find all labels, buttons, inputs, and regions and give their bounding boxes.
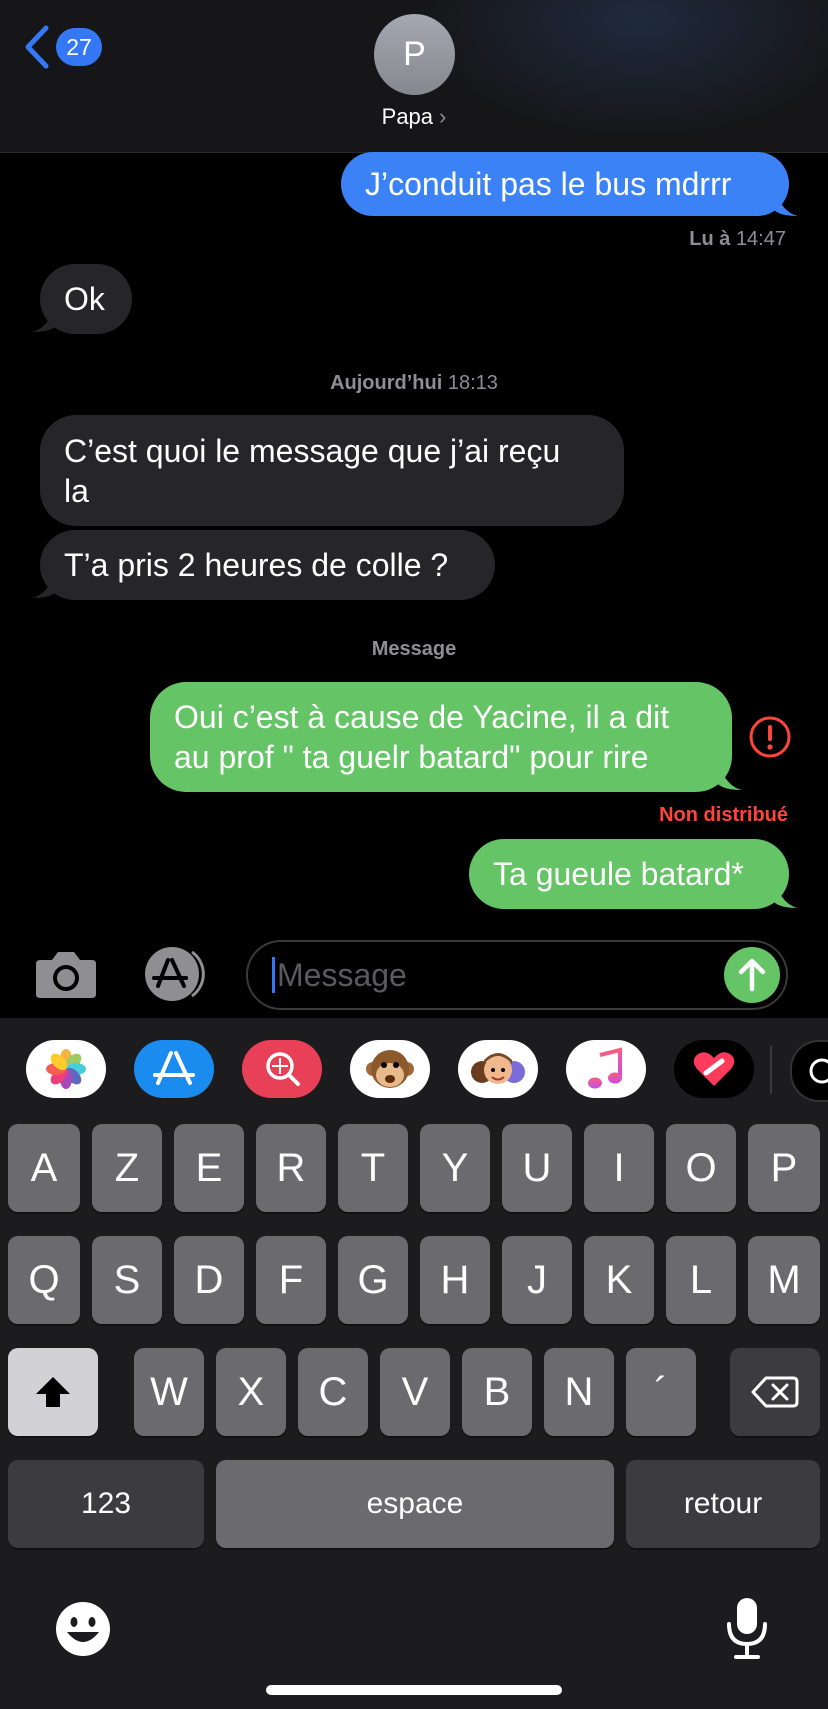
numbers-key[interactable]: 123 — [8, 1460, 204, 1548]
key-o[interactable]: O — [666, 1124, 736, 1212]
message-text-line1: Oui c’est à cause de Yacine, il a dit — [174, 699, 670, 735]
chevron-left-icon — [25, 25, 49, 69]
message-bubble-incoming[interactable]: T’a pris 2 heures de colle ? — [40, 530, 495, 600]
app-strip-divider — [770, 1046, 772, 1094]
key-l[interactable]: L — [666, 1236, 736, 1324]
monkey-memoji-icon — [366, 1050, 414, 1088]
space-key[interactable]: espace — [216, 1460, 614, 1548]
avatar[interactable]: P — [374, 14, 455, 95]
key-t[interactable]: T — [338, 1124, 408, 1212]
bubble-tail — [718, 760, 742, 790]
message-text-line2: au prof " ta guelr batard" pour rire — [174, 739, 649, 775]
emoji-icon[interactable] — [54, 1600, 112, 1658]
message-text: J’conduit pas le bus mdrrr — [365, 166, 732, 202]
key-d[interactable]: D — [174, 1236, 244, 1324]
monkey-memoji-app-button[interactable] — [350, 1040, 430, 1098]
exclamation-circle-icon[interactable] — [748, 715, 792, 759]
app-store-icon[interactable] — [140, 946, 212, 1002]
camera-icon[interactable] — [34, 948, 98, 1000]
delete-key[interactable] — [730, 1348, 820, 1436]
memoji-app-button[interactable] — [458, 1040, 538, 1098]
photos-icon — [46, 1049, 86, 1089]
key-a[interactable]: A — [8, 1124, 80, 1212]
bubble-tail — [774, 186, 798, 216]
read-receipt-label: Lu à — [689, 228, 731, 250]
key-g[interactable]: G — [338, 1236, 408, 1324]
photos-app-button[interactable] — [26, 1040, 106, 1098]
message-text-line2: la — [64, 472, 89, 509]
key-r[interactable]: R — [256, 1124, 326, 1212]
message-text: Ok — [64, 281, 105, 317]
timestamp-time: 18:13 — [447, 372, 498, 394]
service-label: Message — [371, 638, 457, 660]
message-input-placeholder: Message — [277, 956, 407, 993]
key-f[interactable]: F — [256, 1236, 326, 1324]
more-apps-icon — [809, 1058, 828, 1084]
key-k[interactable]: K — [584, 1236, 654, 1324]
key-w[interactable]: W — [134, 1348, 204, 1436]
delivery-status: Non distribué — [659, 804, 788, 826]
timestamp-day: Aujourd’hui — [330, 372, 443, 394]
image-search-icon — [266, 1052, 300, 1086]
key-y[interactable]: Y — [420, 1124, 490, 1212]
app-store-icon — [153, 1051, 195, 1085]
message-text: Ta gueule batard* — [493, 856, 744, 892]
read-receipt-time: 14:47 — [735, 228, 786, 250]
arrow-up-icon — [738, 958, 766, 992]
key-v[interactable]: V — [380, 1348, 450, 1436]
microphone-icon[interactable] — [724, 1596, 770, 1660]
bubble-tail — [32, 568, 56, 598]
back-button[interactable]: 27 — [22, 22, 112, 72]
key-n[interactable]: N — [544, 1348, 614, 1436]
chevron-right-icon: › — [439, 104, 447, 129]
read-receipt: Lu à 14:47 — [689, 228, 786, 251]
key-m[interactable]: M — [748, 1236, 820, 1324]
key-s[interactable]: S — [92, 1236, 162, 1324]
conversation-timestamp: Aujourd’hui 18:13 — [0, 372, 828, 395]
contact-name: Papa — [381, 104, 434, 129]
message-bubble-incoming[interactable]: C’est quoi le message que j’ai reçu la — [40, 415, 624, 526]
shift-key[interactable] — [8, 1348, 98, 1436]
key-c[interactable]: C — [298, 1348, 368, 1436]
send-button[interactable] — [724, 947, 780, 1003]
message-bubble-outgoing[interactable]: J’conduit pas le bus mdrrr — [341, 152, 789, 216]
key-b[interactable]: B — [462, 1348, 532, 1436]
digital-touch-app-button[interactable] — [674, 1040, 754, 1098]
digital-touch-icon — [693, 1052, 735, 1086]
bubble-tail — [774, 878, 798, 908]
key-accent[interactable]: ´ — [626, 1348, 696, 1436]
memoji-group-icon — [471, 1053, 525, 1084]
message-text: T’a pris 2 heures de colle ? — [64, 547, 449, 583]
shift-icon — [36, 1377, 70, 1407]
key-h[interactable]: H — [420, 1236, 490, 1324]
app-store-app-button[interactable] — [134, 1040, 214, 1098]
key-i[interactable]: I — [584, 1124, 654, 1212]
key-q[interactable]: Q — [8, 1236, 80, 1324]
bubble-tail — [32, 302, 56, 332]
unread-badge: 27 — [56, 28, 102, 66]
text-caret — [272, 957, 275, 993]
conversation-header: 27 P Papa › — [0, 0, 828, 153]
key-p[interactable]: P — [748, 1124, 820, 1212]
music-app-button[interactable] — [566, 1040, 646, 1098]
message-bubble-outgoing[interactable]: Oui c’est à cause de Yacine, il a dit au… — [150, 682, 732, 792]
key-e[interactable]: E — [174, 1124, 244, 1212]
key-x[interactable]: X — [216, 1348, 286, 1436]
message-input[interactable]: Message — [246, 940, 788, 1010]
home-indicator[interactable] — [266, 1685, 562, 1695]
key-u[interactable]: U — [502, 1124, 572, 1212]
message-text-line1: C’est quoi le message que j’ai reçu — [64, 432, 561, 469]
return-key[interactable]: retour — [626, 1460, 820, 1548]
message-bubble-outgoing[interactable]: Ta gueule batard* — [469, 839, 789, 909]
image-search-app-button[interactable] — [242, 1040, 322, 1098]
music-icon — [588, 1047, 622, 1089]
key-z[interactable]: Z — [92, 1124, 162, 1212]
contact-name-button[interactable]: Papa › — [0, 104, 828, 130]
key-j[interactable]: J — [502, 1236, 572, 1324]
delete-icon — [751, 1376, 799, 1408]
